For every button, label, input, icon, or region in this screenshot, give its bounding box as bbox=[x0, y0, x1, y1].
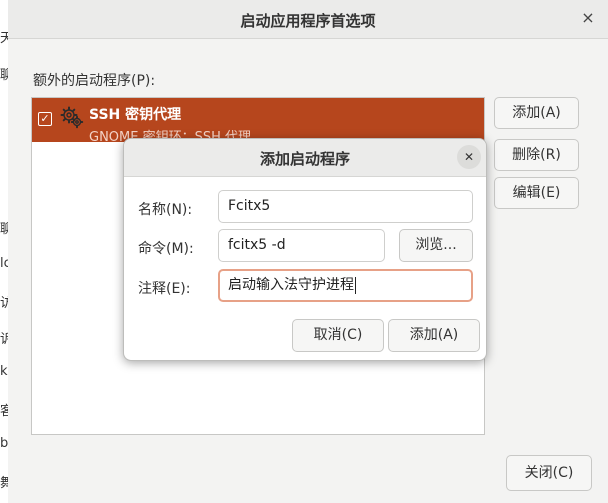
window-titlebar: 启动应用程序首选项 × bbox=[8, 0, 608, 39]
background-window-strip: 天 聊 聊 lc 访 诉 k 客 b 舞 bbox=[0, 0, 8, 503]
dialog-header: 添加启动程序 ✕ bbox=[124, 139, 486, 177]
startup-item-checkbox[interactable]: ✓ bbox=[38, 112, 52, 126]
cancel-button[interactable]: 取消(C) bbox=[292, 319, 384, 352]
close-button[interactable]: 关闭(C) bbox=[506, 455, 592, 491]
window-title: 启动应用程序首选项 bbox=[240, 12, 376, 30]
comment-input-value: 启动输入法守护进程 bbox=[228, 277, 354, 293]
dialog-add-button[interactable]: 添加(A) bbox=[388, 319, 480, 352]
add-button[interactable]: 添加(A) bbox=[494, 97, 579, 129]
startup-item-title: SSH 密钥代理 bbox=[89, 107, 182, 123]
window-close-icon[interactable]: × bbox=[578, 8, 598, 28]
comment-input[interactable]: 启动输入法守护进程 bbox=[218, 269, 473, 302]
background-text: k bbox=[0, 364, 8, 379]
background-text: 天 bbox=[0, 31, 8, 46]
gear-icon bbox=[60, 106, 84, 129]
edit-button[interactable]: 编辑(E) bbox=[494, 177, 579, 209]
command-label: 命令(M): bbox=[138, 241, 194, 257]
text-caret bbox=[355, 276, 356, 294]
background-text: 访 bbox=[0, 296, 8, 311]
add-startup-program-dialog: 添加启动程序 ✕ 名称(N): Fcitx5 命令(M): fcitx5 -d … bbox=[123, 138, 487, 361]
name-input[interactable]: Fcitx5 bbox=[218, 190, 473, 223]
background-text: lc bbox=[0, 256, 8, 271]
dialog-title: 添加启动程序 bbox=[259, 150, 350, 168]
background-text: 诉 bbox=[0, 332, 8, 347]
background-text: 舞 bbox=[0, 476, 8, 491]
background-text: b bbox=[0, 436, 8, 451]
name-label: 名称(N): bbox=[138, 202, 193, 218]
dialog-close-icon[interactable]: ✕ bbox=[457, 145, 481, 169]
background-text: 聊 bbox=[0, 222, 8, 237]
browse-button[interactable]: 浏览... bbox=[399, 229, 473, 262]
command-input[interactable]: fcitx5 -d bbox=[218, 229, 385, 262]
remove-button[interactable]: 删除(R) bbox=[494, 139, 579, 171]
background-text: 客 bbox=[0, 404, 8, 419]
list-item[interactable]: ✓ SSH 密钥代理 GNOME bbox=[32, 98, 484, 145]
startup-programs-label: 额外的启动程序(P): bbox=[33, 73, 156, 89]
dialog-body: 名称(N): Fcitx5 命令(M): fcitx5 -d 浏览... 注释(… bbox=[124, 177, 486, 360]
background-text: 聊 bbox=[0, 68, 8, 83]
comment-label: 注释(E): bbox=[138, 281, 191, 297]
